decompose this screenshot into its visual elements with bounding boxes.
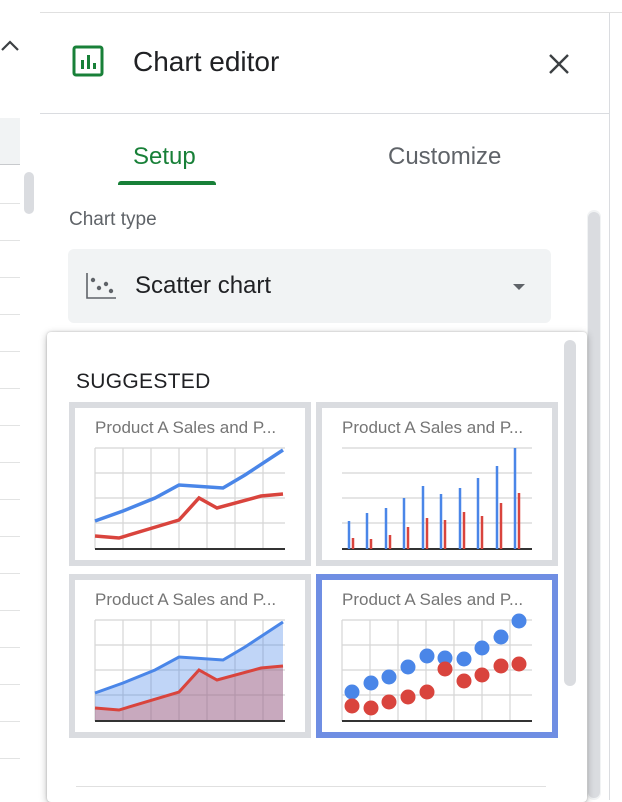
sheet-row-line (0, 277, 20, 278)
panel-header: Chart editor (40, 13, 609, 114)
sheet-row-line (0, 499, 20, 500)
panel-title: Chart editor (133, 46, 280, 77)
sheet-row-line (0, 388, 20, 389)
chart-type-label: Chart type (69, 209, 157, 230)
panel-scrollbar[interactable] (587, 210, 601, 800)
sheet-row-line (0, 351, 20, 352)
tab-customize[interactable]: Customize (388, 140, 501, 174)
suggested-section-label: SUGGESTED (76, 370, 211, 393)
chart-option-title: Product A Sales and P... (342, 590, 524, 609)
chart-type-dropdown: SUGGESTED Product A Sales and P... Produ… (47, 332, 587, 802)
chart-option-line[interactable]: Product A Sales and P... (69, 402, 311, 566)
dropdown-scrollbar[interactable] (564, 340, 576, 686)
dropdown-arrow-icon (513, 284, 525, 290)
sheet-column (20, 118, 40, 800)
chart-type-select[interactable]: Scatter chart (68, 249, 551, 323)
section-divider (76, 786, 546, 787)
tab-setup[interactable]: Setup (133, 140, 196, 174)
sheet-row-line (0, 314, 20, 315)
chart-option-scatter[interactable]: Product A Sales and P... (316, 574, 558, 738)
scatter-chart-icon (86, 273, 116, 299)
chart-option-column[interactable]: Product A Sales and P... (316, 402, 558, 566)
sheet-row-line (0, 240, 20, 241)
editor-tabs: Setup Customize (40, 114, 609, 186)
sheet-row-line (0, 721, 20, 722)
chart-option-title: Product A Sales and P... (95, 418, 277, 437)
sheet-row-line (0, 684, 20, 685)
sheet-row-line (0, 425, 20, 426)
chart-type-value: Scatter chart (135, 272, 272, 299)
collapse-toolbar-icon[interactable] (0, 36, 24, 56)
close-icon[interactable] (548, 53, 570, 75)
sheet-row-line (0, 758, 20, 759)
sheet-row-line (0, 573, 20, 574)
sheet-row-line (0, 536, 20, 537)
sheet-row-line (0, 610, 20, 611)
chart-option-title: Product A Sales and P... (342, 418, 524, 437)
sheet-scrollbar[interactable] (24, 172, 34, 214)
sheet-row-line (0, 647, 20, 648)
sheet-row-line (0, 203, 20, 204)
panel-scrollbar-thumb[interactable] (588, 212, 600, 798)
chart-option-area[interactable]: Product A Sales and P... (69, 574, 311, 738)
chart-option-title: Product A Sales and P... (95, 590, 277, 609)
chart-editor-icon (72, 45, 104, 77)
column-header[interactable] (0, 118, 21, 165)
active-tab-indicator (118, 181, 216, 185)
top-border (40, 0, 622, 13)
spreadsheet-strip (0, 0, 41, 800)
sheet-row-line (0, 462, 20, 463)
toolbar-area (0, 0, 40, 119)
